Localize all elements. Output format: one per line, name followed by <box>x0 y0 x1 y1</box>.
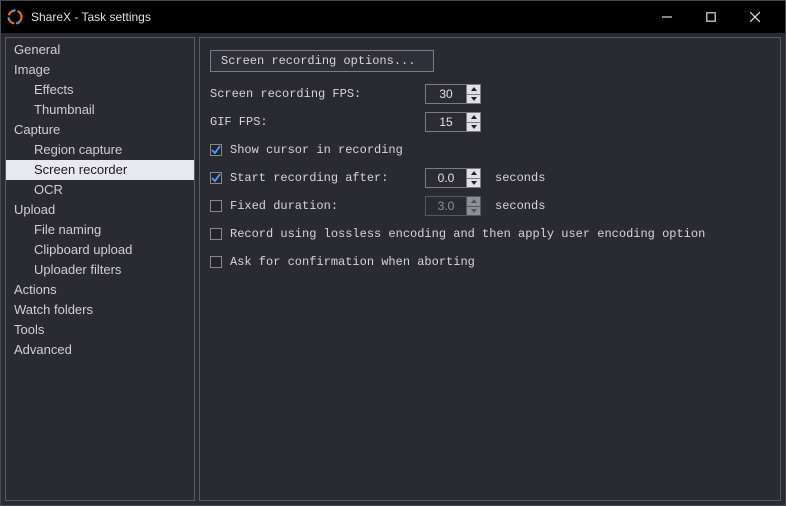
gif-fps-spinner[interactable]: 15 <box>425 112 481 132</box>
gif-fps-value: 15 <box>426 113 466 131</box>
tree-item-screen-recorder[interactable]: Screen recorder <box>6 160 194 180</box>
fixed-duration-value: 3.0 <box>426 197 466 215</box>
tree-item-general[interactable]: General <box>6 40 194 60</box>
tree-item-image[interactable]: Image <box>6 60 194 80</box>
fixed-duration-checkbox[interactable] <box>210 200 222 212</box>
maximize-button[interactable] <box>689 1 733 33</box>
app-logo-icon <box>7 9 23 25</box>
confirm-abort-checkbox[interactable] <box>210 256 222 268</box>
spinner-up-icon <box>467 197 480 207</box>
lossless-label: Record using lossless encoding and then … <box>230 227 705 241</box>
tree-item-clipboard-upload[interactable]: Clipboard upload <box>6 240 194 260</box>
titlebar: ShareX - Task settings <box>1 1 785 33</box>
spinner-down-icon[interactable] <box>467 179 480 188</box>
tree-item-ocr[interactable]: OCR <box>6 180 194 200</box>
minimize-button[interactable] <box>645 1 689 33</box>
tree-item-upload[interactable]: Upload <box>6 200 194 220</box>
tree-item-region-capture[interactable]: Region capture <box>6 140 194 160</box>
tree-item-advanced[interactable]: Advanced <box>6 340 194 360</box>
confirm-abort-label: Ask for confirmation when aborting <box>230 255 475 269</box>
gif-fps-label: GIF FPS: <box>210 115 425 129</box>
tree-item-tools[interactable]: Tools <box>6 320 194 340</box>
spinner-down-icon[interactable] <box>467 123 480 132</box>
spinner-down-icon[interactable] <box>467 95 480 104</box>
fps-label: Screen recording FPS: <box>210 87 425 101</box>
tree-item-file-naming[interactable]: File naming <box>6 220 194 240</box>
fixed-duration-spinner: 3.0 <box>425 196 481 216</box>
fps-spinner[interactable]: 30 <box>425 84 481 104</box>
tree-item-uploader-filters[interactable]: Uploader filters <box>6 260 194 280</box>
lossless-checkbox[interactable] <box>210 228 222 240</box>
show-cursor-checkbox[interactable] <box>210 144 222 156</box>
start-after-checkbox[interactable] <box>210 172 222 184</box>
settings-tree[interactable]: GeneralImageEffectsThumbnailCaptureRegio… <box>5 37 195 501</box>
recording-options-button[interactable]: Screen recording options... <box>210 50 434 72</box>
spinner-up-icon[interactable] <box>467 85 480 95</box>
spinner-up-icon[interactable] <box>467 169 480 179</box>
tree-item-actions[interactable]: Actions <box>6 280 194 300</box>
show-cursor-label: Show cursor in recording <box>230 143 403 157</box>
screen-recorder-panel: Screen recording options... Screen recor… <box>199 37 781 501</box>
spinner-up-icon[interactable] <box>467 113 480 123</box>
tree-item-thumbnail[interactable]: Thumbnail <box>6 100 194 120</box>
fixed-duration-suffix: seconds <box>495 199 545 213</box>
start-after-value: 0.0 <box>426 169 466 187</box>
fps-value: 30 <box>426 85 466 103</box>
tree-item-effects[interactable]: Effects <box>6 80 194 100</box>
window-title: ShareX - Task settings <box>31 10 151 24</box>
spinner-down-icon <box>467 207 480 216</box>
start-after-suffix: seconds <box>495 171 545 185</box>
start-after-label: Start recording after: <box>230 171 388 185</box>
tree-item-watch-folders[interactable]: Watch folders <box>6 300 194 320</box>
fixed-duration-label: Fixed duration: <box>230 199 338 213</box>
close-button[interactable] <box>733 1 777 33</box>
tree-item-capture[interactable]: Capture <box>6 120 194 140</box>
start-after-spinner[interactable]: 0.0 <box>425 168 481 188</box>
